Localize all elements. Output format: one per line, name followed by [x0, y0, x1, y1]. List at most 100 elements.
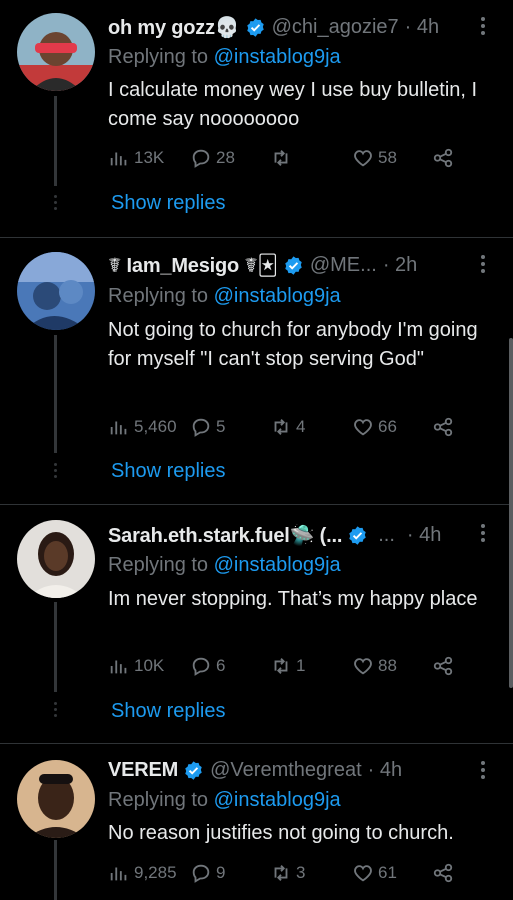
- verified-badge-icon: [285, 255, 302, 275]
- more-icon[interactable]: [473, 254, 493, 274]
- retweet-count: 3: [296, 863, 306, 882]
- reply-icon: [192, 418, 210, 437]
- views-button[interactable]: 13K: [108, 146, 164, 170]
- reply-tweet-2[interactable]: ☤ Iam_Mesigo ☤🃏 @ME... · 2h Replying to …: [0, 238, 513, 504]
- verified-badge-icon: [185, 760, 202, 780]
- like-button[interactable]: 58: [352, 146, 397, 170]
- reply-tweet-1[interactable]: oh my gozz💀 @chi_agozie7 · 4h Replying t…: [0, 0, 513, 237]
- action-bar: 9,285 9 3 61: [108, 861, 468, 885]
- replying-to: Replying to @instablog9ja: [108, 285, 341, 308]
- replying-to: Replying to @instablog9ja: [108, 554, 341, 577]
- reply-tweet-3[interactable]: Sarah.eth.stark.fuel🛸 (... ... · 4h Repl…: [0, 505, 513, 743]
- share-icon: [433, 417, 453, 437]
- avatar[interactable]: [17, 252, 95, 330]
- timestamp[interactable]: · 2h: [383, 254, 417, 277]
- thread-line: [54, 840, 57, 900]
- retweet-icon: [274, 865, 288, 881]
- share-button[interactable]: [432, 861, 454, 885]
- user-handle[interactable]: ...: [378, 524, 395, 547]
- verified-badge-icon: [246, 17, 264, 37]
- thread-line: [54, 335, 57, 453]
- reply-button[interactable]: 6: [190, 654, 225, 678]
- avatar-image: [17, 520, 95, 598]
- like-count: 58: [378, 148, 397, 167]
- like-count: 66: [378, 417, 397, 436]
- action-bar: 5,460 5 4 66: [108, 415, 468, 439]
- views-button[interactable]: 10K: [108, 654, 164, 678]
- views-button[interactable]: 5,460: [108, 415, 177, 439]
- thread-dots: [54, 463, 57, 478]
- display-name[interactable]: oh my gozz💀: [108, 15, 240, 40]
- replying-to: Replying to @instablog9ja: [108, 789, 341, 812]
- avatar[interactable]: [17, 760, 95, 838]
- retweet-count: 4: [296, 417, 306, 436]
- display-name[interactable]: VEREM: [108, 759, 178, 782]
- user-handle[interactable]: @chi_agozie7: [272, 16, 399, 39]
- user-handle[interactable]: @Veremthegreat: [210, 759, 362, 782]
- tweet-text: I calculate money wey I use buy bulletin…: [108, 79, 478, 130]
- retweet-icon: [274, 419, 288, 435]
- scrollbar[interactable]: [509, 338, 513, 688]
- tweet-text: Not going to church for anybody I'm goin…: [108, 319, 478, 370]
- like-icon: [354, 865, 372, 882]
- avatar[interactable]: [17, 13, 95, 91]
- timestamp[interactable]: · 4h: [368, 759, 402, 782]
- reply-button[interactable]: 28: [190, 146, 235, 170]
- replying-handle-link[interactable]: @instablog9ja: [214, 554, 341, 576]
- reply-count: 6: [216, 656, 226, 675]
- show-replies-link[interactable]: Show replies: [111, 460, 226, 483]
- retweet-button[interactable]: 1: [270, 654, 305, 678]
- show-replies-link[interactable]: Show replies: [111, 192, 226, 215]
- user-handle[interactable]: @ME...: [310, 254, 377, 277]
- show-replies-link[interactable]: Show replies: [111, 700, 226, 723]
- replies-feed: oh my gozz💀 @chi_agozie7 · 4h Replying t…: [0, 0, 513, 900]
- replying-handle-link[interactable]: @instablog9ja: [214, 285, 341, 307]
- action-bar: 13K 28 58: [108, 146, 468, 170]
- tweet-text: Im never stopping. That’s my happy place: [108, 588, 478, 610]
- replying-prefix: Replying to: [108, 285, 209, 307]
- retweet-icon: [274, 658, 288, 674]
- avatar[interactable]: [17, 520, 95, 598]
- display-name[interactable]: ☤ Iam_Mesigo ☤🃏: [108, 253, 278, 278]
- replying-prefix: Replying to: [108, 789, 209, 811]
- replying-handle-link[interactable]: @instablog9ja: [214, 789, 341, 811]
- action-bar: 10K 6 1 88: [108, 654, 468, 678]
- share-button[interactable]: [432, 415, 454, 439]
- views-count: 9,285: [134, 863, 177, 882]
- replying-to: Replying to @instablog9ja: [108, 46, 341, 69]
- retweet-button[interactable]: 3: [270, 861, 305, 885]
- like-icon: [354, 658, 372, 675]
- tweet-header: VEREM @Veremthegreat · 4h: [108, 757, 493, 783]
- display-name[interactable]: Sarah.eth.stark.fuel🛸 (...: [108, 523, 342, 548]
- views-button[interactable]: 9,285: [108, 861, 177, 885]
- views-icon: [110, 152, 127, 166]
- verified-badge-icon: [349, 525, 366, 545]
- share-button[interactable]: [432, 146, 454, 170]
- share-button[interactable]: [432, 654, 454, 678]
- thread-dots: [54, 702, 57, 717]
- reply-button[interactable]: 9: [190, 861, 225, 885]
- more-icon[interactable]: [473, 523, 493, 543]
- timestamp[interactable]: · 4h: [407, 524, 441, 547]
- timestamp[interactable]: · 4h: [405, 16, 439, 39]
- like-button[interactable]: 66: [352, 415, 397, 439]
- more-icon[interactable]: [473, 760, 493, 780]
- reply-count: 28: [216, 148, 235, 167]
- replying-prefix: Replying to: [108, 554, 209, 576]
- reply-count: 9: [216, 863, 226, 882]
- retweet-button[interactable]: [270, 146, 296, 170]
- avatar-image: [17, 252, 95, 330]
- retweet-button[interactable]: 4: [270, 415, 305, 439]
- like-button[interactable]: 61: [352, 861, 397, 885]
- reply-icon: [192, 657, 210, 676]
- reply-button[interactable]: 5: [190, 415, 225, 439]
- like-icon: [354, 419, 372, 436]
- more-icon[interactable]: [473, 16, 493, 36]
- reply-tweet-4[interactable]: VEREM @Veremthegreat · 4h Replying to @i…: [0, 744, 513, 900]
- thread-line: [54, 602, 57, 692]
- avatar-image: [17, 760, 95, 838]
- views-count: 13K: [134, 148, 165, 167]
- views-count: 5,460: [134, 417, 177, 436]
- like-button[interactable]: 88: [352, 654, 397, 678]
- replying-handle-link[interactable]: @instablog9ja: [214, 46, 341, 68]
